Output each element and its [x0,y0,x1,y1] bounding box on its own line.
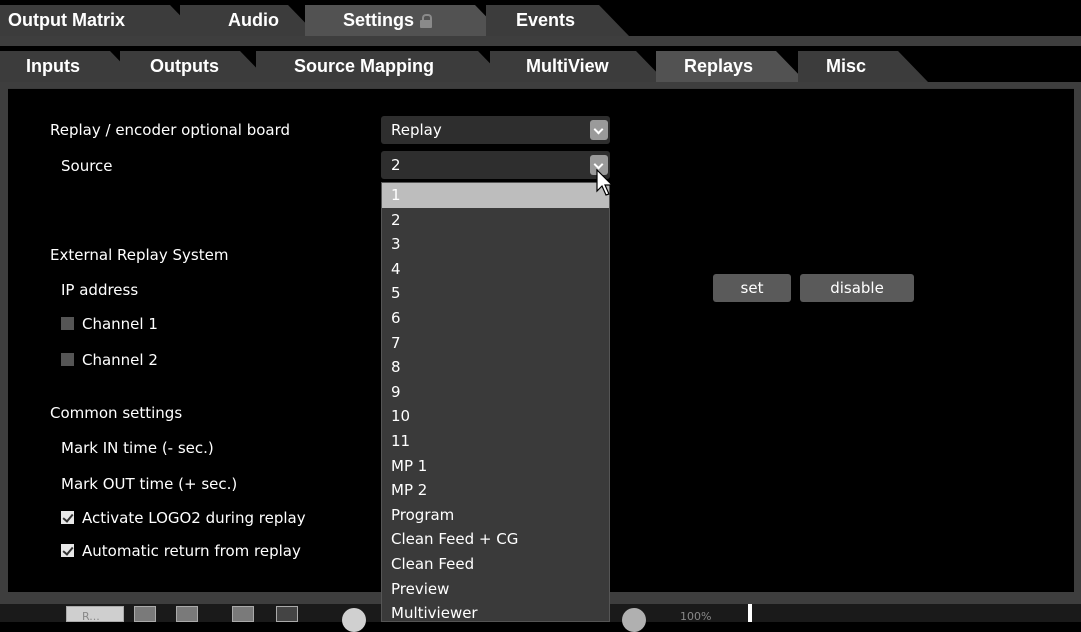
channel-2-checkbox[interactable] [61,353,74,366]
activate-logo-label: Activate LOGO2 during replay [82,509,306,527]
ip-address-label: IP address [61,281,139,299]
source-dropdown-list: 1 2 3 4 5 6 7 8 9 10 11 MP 1 MP 2 Progra… [381,182,610,622]
dropdown-option[interactable]: 11 [382,429,609,454]
align-right-icon[interactable] [232,606,254,622]
dropdown-option[interactable]: 9 [382,380,609,405]
disable-button[interactable]: disable [800,274,914,302]
set-button[interactable]: set [713,274,791,302]
select-value: Replay [391,121,442,139]
dropdown-option[interactable]: 10 [382,404,609,429]
dropdown-option[interactable]: MP 1 [382,454,609,479]
tab-events[interactable]: Events [486,5,629,36]
replay-board-label: Replay / encoder optional board [50,121,291,139]
channel-2-checkbox-row[interactable]: Channel 2 [61,350,158,370]
tab-label: Output Matrix [8,10,125,30]
align-center-icon[interactable] [176,606,198,622]
tab-label: Misc [826,56,867,76]
tab-label: Events [516,10,576,30]
mark-out-label: Mark OUT time (+ sec.) [61,475,238,493]
justify-icon[interactable] [276,606,298,622]
sub-tab-bar: Inputs Outputs Source Mapping MultiView … [0,46,1081,82]
dropdown-option[interactable]: 8 [382,355,609,380]
dropdown-option[interactable]: 4 [382,257,609,282]
dropdown-option[interactable]: Multiviewer [382,601,609,621]
dropdown-option[interactable]: 7 [382,331,609,356]
channel-1-checkbox-row[interactable]: Channel 1 [61,314,158,334]
replay-board-select[interactable]: Replay [381,116,610,144]
tab-replays[interactable]: Replays [656,51,806,82]
tab-label: Inputs [26,56,80,76]
select-value: 2 [391,156,401,174]
tab-label: Settings [343,10,415,30]
tab-inputs[interactable]: Inputs [0,51,140,82]
lock-icon [420,14,432,27]
dropdown-option[interactable]: Clean Feed [382,552,609,577]
dropdown-option[interactable]: 6 [382,306,609,331]
channel-1-label: Channel 1 [82,315,158,333]
activate-logo-checkbox[interactable] [61,511,74,524]
tab-source-mapping[interactable]: Source Mapping [256,51,508,82]
tab-label: Audio [228,10,279,30]
channel-1-checkbox[interactable] [61,317,74,330]
tab-settings[interactable]: Settings [305,5,505,36]
dropdown-option[interactable]: 3 [382,232,609,257]
tab-multiview[interactable]: MultiView [490,51,666,82]
chevron-down-icon[interactable] [590,120,608,140]
tab-misc[interactable]: Misc [798,51,928,82]
panel-frame-right [1074,82,1081,602]
source-label: Source [61,157,113,175]
channel-2-label: Channel 2 [82,351,158,369]
main-tab-bar: Output Matrix Audio Settings Events [0,0,1081,36]
divider [748,604,752,622]
dial-icon[interactable] [622,608,646,632]
mark-in-label: Mark IN time (- sec.) [61,439,214,457]
auto-return-row[interactable]: Automatic return from replay [61,541,301,561]
panel-frame-left [0,82,8,602]
tab-label: Replays [684,56,754,76]
dropdown-option[interactable]: Clean Feed + CG [382,527,609,552]
dropdown-option[interactable]: MP 2 [382,478,609,503]
tab-label: Outputs [150,56,219,76]
auto-return-label: Automatic return from replay [82,542,301,560]
tab-audio[interactable]: Audio [180,5,318,36]
activate-logo-row[interactable]: Activate LOGO2 during replay [61,508,306,528]
tab-label: MultiView [526,56,609,76]
align-left-icon[interactable] [134,606,156,622]
external-replay-heading: External Replay System [50,246,229,264]
source-select[interactable]: 2 [381,151,610,179]
dropdown-option[interactable]: Program [382,503,609,528]
color-picker-icon[interactable] [342,608,366,632]
dropdown-option[interactable]: 1 [382,183,609,208]
toolbar-button-partial-label: R... [82,610,100,623]
tab-output-matrix[interactable]: Output Matrix [0,5,200,36]
zoom-level-partial: 100% [680,610,712,623]
tab-separator [0,36,1081,46]
dropdown-option[interactable]: 5 [382,281,609,306]
dropdown-option[interactable]: Preview [382,577,609,602]
tab-outputs[interactable]: Outputs [120,51,270,82]
tab-label: Source Mapping [294,56,435,76]
auto-return-checkbox[interactable] [61,544,74,557]
dropdown-option[interactable]: 2 [382,208,609,233]
common-settings-heading: Common settings [50,404,183,422]
